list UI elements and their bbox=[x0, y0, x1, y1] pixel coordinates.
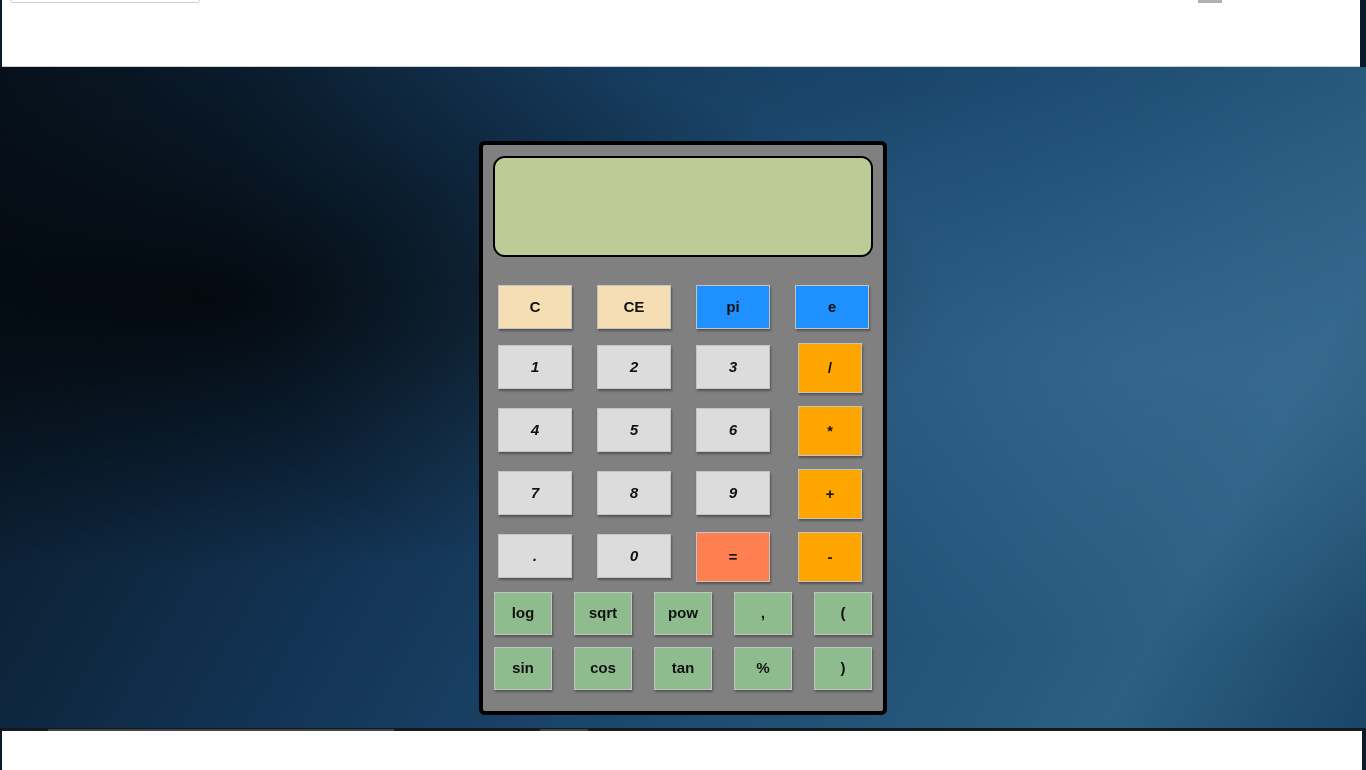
digit-3-button[interactable]: 3 bbox=[696, 345, 770, 389]
calculator-display bbox=[493, 156, 873, 257]
scrollbar-thumb[interactable] bbox=[48, 729, 394, 731]
digit-9-button[interactable]: 9 bbox=[696, 471, 770, 515]
close-paren-button[interactable]: ) bbox=[814, 647, 872, 690]
open-paren-button[interactable]: ( bbox=[814, 592, 872, 635]
digit-5-button[interactable]: 5 bbox=[597, 408, 671, 452]
pow-button[interactable]: pow bbox=[654, 592, 712, 635]
top-bar bbox=[2, 0, 1360, 67]
scrollbar-marker bbox=[540, 729, 588, 731]
sqrt-button[interactable]: sqrt bbox=[574, 592, 632, 635]
equals-button[interactable]: = bbox=[696, 532, 770, 582]
tab-stub bbox=[10, 0, 200, 3]
add-button[interactable]: + bbox=[798, 469, 862, 519]
divide-button[interactable]: / bbox=[798, 343, 862, 393]
comma-button[interactable]: , bbox=[734, 592, 792, 635]
digit-4-button[interactable]: 4 bbox=[498, 408, 572, 452]
digit-1-button[interactable]: 1 bbox=[498, 345, 572, 389]
clear-button[interactable]: C bbox=[498, 285, 572, 329]
pi-button[interactable]: pi bbox=[696, 285, 770, 329]
digit-0-button[interactable]: 0 bbox=[597, 534, 671, 578]
digit-6-button[interactable]: 6 bbox=[696, 408, 770, 452]
bottom-bar bbox=[2, 729, 1362, 770]
digit-8-button[interactable]: 8 bbox=[597, 471, 671, 515]
calculator: C CE pi e 1 2 3 / 4 5 6 * 7 8 9 + . 0 = … bbox=[479, 141, 887, 715]
e-button[interactable]: e bbox=[795, 285, 869, 329]
multiply-button[interactable]: * bbox=[798, 406, 862, 456]
decimal-button[interactable]: . bbox=[498, 534, 572, 578]
drag-grip[interactable] bbox=[1198, 0, 1222, 3]
digit-7-button[interactable]: 7 bbox=[498, 471, 572, 515]
sin-button[interactable]: sin bbox=[494, 647, 552, 690]
tan-button[interactable]: tan bbox=[654, 647, 712, 690]
log-button[interactable]: log bbox=[494, 592, 552, 635]
percent-button[interactable]: % bbox=[734, 647, 792, 690]
subtract-button[interactable]: - bbox=[798, 532, 862, 582]
cos-button[interactable]: cos bbox=[574, 647, 632, 690]
clear-entry-button[interactable]: CE bbox=[597, 285, 671, 329]
digit-2-button[interactable]: 2 bbox=[597, 345, 671, 389]
